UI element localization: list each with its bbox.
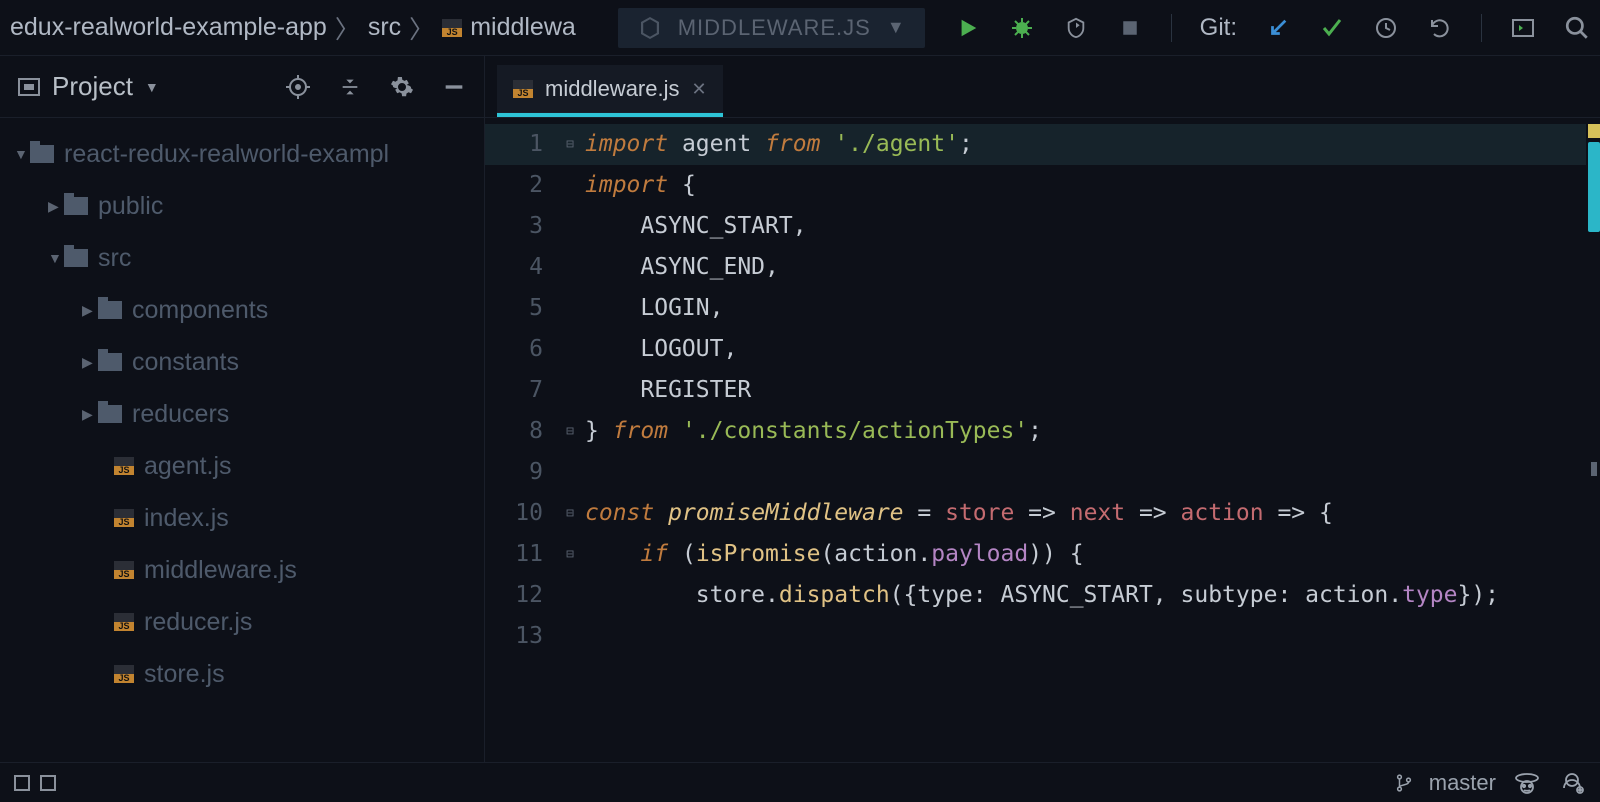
tree-file[interactable]: JS store.js — [0, 648, 484, 700]
folder-icon — [98, 301, 122, 319]
line-numbers: 12345678910111213 — [485, 118, 561, 762]
js-file-icon: JS — [114, 665, 134, 683]
chevron-down-icon[interactable]: ▼ — [145, 79, 159, 95]
git-commit-button[interactable] — [1319, 15, 1345, 41]
hide-button[interactable] — [442, 75, 466, 99]
js-file-icon: JS — [114, 561, 134, 579]
gear-icon[interactable] — [390, 75, 414, 99]
js-file-icon: JS — [114, 613, 134, 631]
tree-label: agent.js — [144, 452, 232, 481]
tab-middleware[interactable]: JS middleware.js ✕ — [497, 65, 723, 117]
chevron-right-icon: 〉 — [335, 10, 360, 46]
tool-window-button[interactable] — [14, 775, 30, 791]
search-button[interactable] — [1564, 15, 1590, 41]
run-button[interactable] — [955, 15, 981, 41]
tree-label: store.js — [144, 660, 225, 689]
status-bar: master — [0, 762, 1600, 802]
tree-label: reducer.js — [144, 608, 252, 637]
code-editor[interactable]: 12345678910111213 ⊟⊟⊟⊟ import agent from… — [485, 118, 1600, 762]
js-file-icon: JS — [442, 19, 462, 37]
tree-folder[interactable]: ▶ components — [0, 284, 484, 336]
chevron-right-icon[interactable]: ▶ — [48, 198, 64, 215]
tree-root[interactable]: ▼ react-redux-realworld-exampl — [0, 128, 484, 180]
git-pull-button[interactable] — [1265, 15, 1291, 41]
project-view-label[interactable]: Project — [52, 71, 133, 102]
tree-folder[interactable]: ▶ constants — [0, 336, 484, 388]
project-header: Project ▼ — [0, 56, 484, 118]
chevron-right-icon[interactable]: ▶ — [82, 354, 98, 371]
tree-label: public — [98, 192, 163, 221]
js-file-icon: JS — [114, 509, 134, 527]
folder-icon — [30, 145, 54, 163]
folder-icon — [64, 197, 88, 215]
run-config-label: MIDDLEWARE.JS — [678, 15, 871, 41]
git-label: Git: — [1200, 14, 1237, 42]
folder-icon — [98, 353, 122, 371]
run-anything-button[interactable] — [1510, 15, 1536, 41]
tree-folder[interactable]: ▼ src — [0, 232, 484, 284]
editor-tabs: JS middleware.js ✕ — [485, 56, 1600, 118]
tree-label: components — [132, 296, 268, 325]
run-config-selector[interactable]: MIDDLEWARE.JS ▼ — [618, 8, 925, 48]
divider — [1171, 14, 1172, 42]
close-icon[interactable]: ✕ — [692, 79, 707, 100]
tool-window-button[interactable] — [40, 775, 56, 791]
tree-file[interactable]: JS index.js — [0, 492, 484, 544]
folder-icon — [98, 405, 122, 423]
hector-icon[interactable] — [1512, 770, 1542, 796]
breadcrumb-folder[interactable]: src — [368, 13, 401, 42]
tree-folder[interactable]: ▶ reducers — [0, 388, 484, 440]
stop-button[interactable] — [1117, 15, 1143, 41]
debug-button[interactable] — [1009, 15, 1035, 41]
tree-file[interactable]: JS agent.js — [0, 440, 484, 492]
branch-icon[interactable] — [1395, 772, 1413, 794]
nodejs-icon — [638, 16, 662, 40]
locate-file-button[interactable] — [286, 75, 310, 99]
tree-label: index.js — [144, 504, 229, 533]
breadcrumb-file[interactable]: middlewa — [470, 13, 576, 42]
tree-file[interactable]: JS middleware.js — [0, 544, 484, 596]
fold-gutter[interactable]: ⊟⊟⊟⊟ — [561, 118, 579, 762]
scrollbar-thumb[interactable] — [1588, 142, 1600, 232]
navigation-bar: edux-realworld-example-app 〉 src 〉 JS mi… — [0, 0, 1600, 56]
breadcrumb[interactable]: edux-realworld-example-app 〉 src 〉 JS mi… — [10, 10, 576, 46]
chevron-right-icon[interactable]: ▶ — [82, 406, 98, 423]
tree-file[interactable]: JS reducer.js — [0, 596, 484, 648]
warning-marker[interactable] — [1588, 124, 1600, 138]
tree-label: react-redux-realworld-exampl — [64, 140, 389, 169]
folder-icon — [64, 249, 88, 267]
git-history-button[interactable] — [1373, 15, 1399, 41]
chevron-right-icon: 〉 — [409, 10, 434, 46]
project-tool-window: Project ▼ ▼ react-redux-realworld-exampl… — [0, 56, 485, 762]
tree-label: constants — [132, 348, 239, 377]
git-revert-button[interactable] — [1427, 15, 1453, 41]
tree-label: src — [98, 244, 131, 273]
chevron-down-icon[interactable]: ▼ — [48, 250, 64, 266]
tree-label: middleware.js — [144, 556, 297, 585]
project-tree[interactable]: ▼ react-redux-realworld-exampl ▶ public … — [0, 118, 484, 762]
chevron-down-icon: ▼ — [887, 17, 905, 38]
coverage-button[interactable] — [1063, 15, 1089, 41]
editor: JS middleware.js ✕ 12345678910111213 ⊟⊟⊟… — [485, 56, 1600, 762]
breadcrumb-project[interactable]: edux-realworld-example-app — [10, 13, 327, 42]
marker[interactable] — [1591, 462, 1597, 476]
chevron-right-icon[interactable]: ▶ — [82, 302, 98, 319]
project-icon — [18, 78, 40, 96]
divider — [1481, 14, 1482, 42]
tab-label: middleware.js — [545, 76, 680, 102]
js-file-icon: JS — [513, 80, 533, 98]
collapse-all-button[interactable] — [338, 75, 362, 99]
js-file-icon: JS — [114, 457, 134, 475]
tree-folder[interactable]: ▶ public — [0, 180, 484, 232]
tree-label: reducers — [132, 400, 229, 429]
processes-icon[interactable] — [1558, 770, 1586, 796]
code-content[interactable]: import agent from './agent';import { ASY… — [579, 118, 1499, 762]
toolbar: Git: — [955, 14, 1590, 42]
chevron-down-icon[interactable]: ▼ — [14, 146, 30, 162]
branch-label[interactable]: master — [1429, 770, 1496, 796]
